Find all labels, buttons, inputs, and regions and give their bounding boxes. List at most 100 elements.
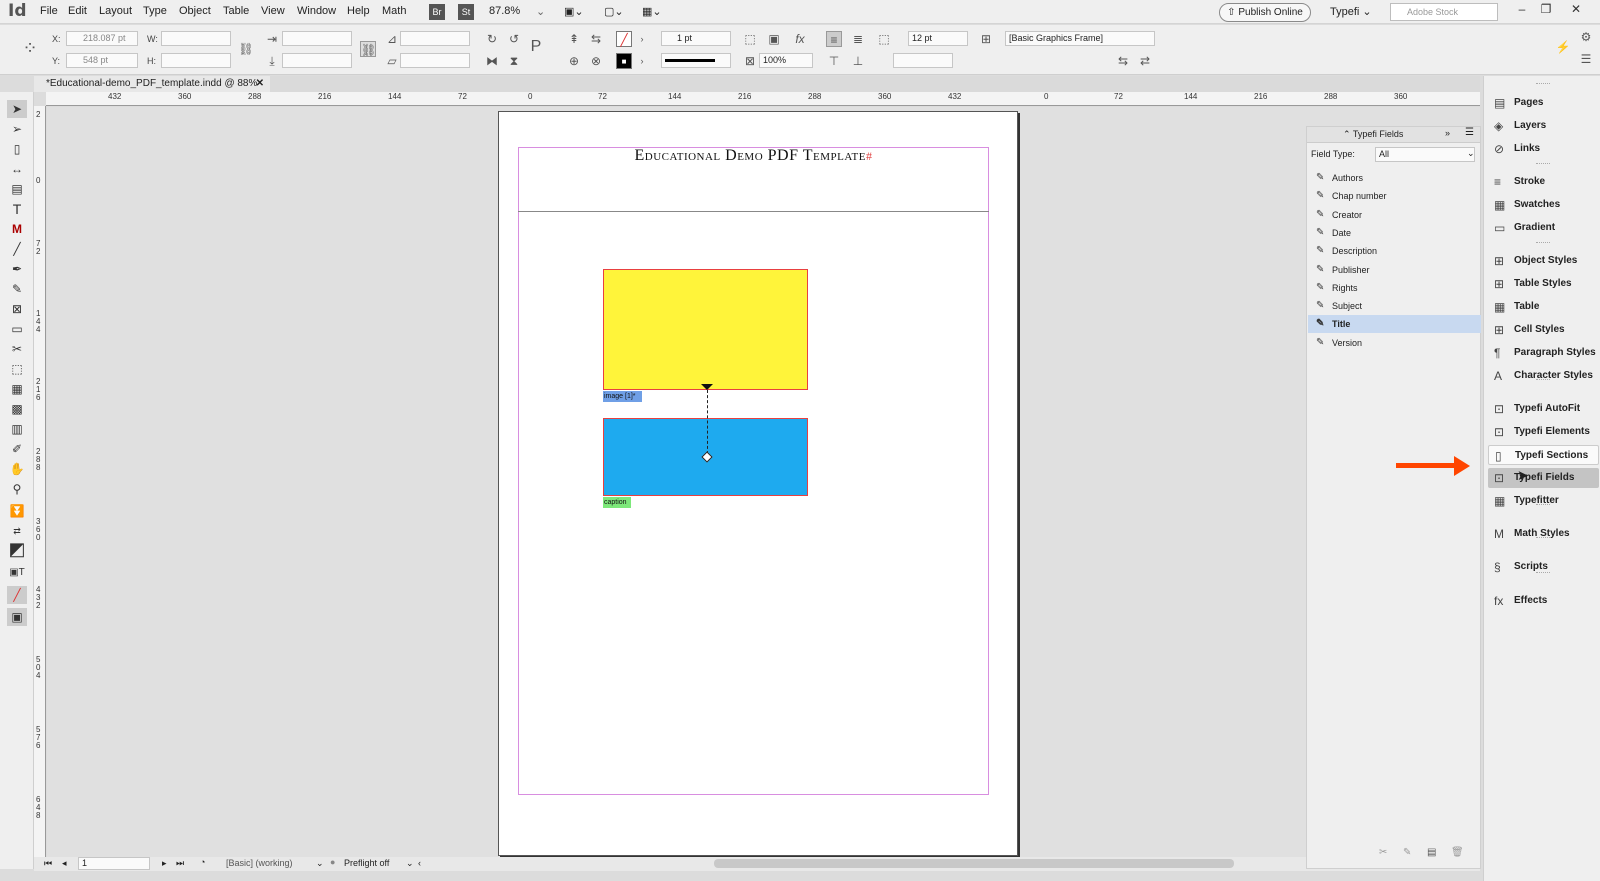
reference-point-icon[interactable]: ⁘	[22, 39, 38, 57]
stroke-dropdown-icon[interactable]: ›	[634, 53, 650, 69]
field-type-dropdown[interactable]: All	[1375, 147, 1475, 162]
next-page-icon[interactable]: ▸	[162, 858, 167, 869]
content-collector-icon[interactable]: ▤	[7, 180, 27, 198]
frame-fit-icon[interactable]: ⬚	[742, 31, 758, 47]
publish-online-button[interactable]: ⇧ Publish Online	[1219, 3, 1311, 22]
panel-group-grip[interactable]	[1536, 83, 1550, 85]
selection-tool-icon[interactable]: ➤	[7, 100, 27, 118]
dock-item-math-styles[interactable]: M Math Styles	[1488, 524, 1599, 544]
select-content-icon[interactable]: ⇆	[588, 31, 604, 47]
default-colors-icon[interactable]: ⇄	[7, 522, 27, 540]
dock-item-pages[interactable]: ▤ Pages	[1488, 93, 1599, 113]
hand-tool-icon[interactable]: ✋	[7, 460, 27, 478]
master-label[interactable]: [Basic] (working)	[226, 858, 293, 868]
dock-item-gradient[interactable]: ▭ Gradient	[1488, 218, 1599, 238]
menu-table[interactable]: Table	[223, 5, 249, 17]
dock-item-paragraph-styles[interactable]: ¶ Paragraph Styles	[1488, 343, 1599, 363]
align-top-icon[interactable]: ⊤	[826, 53, 842, 69]
horizontal-ruler[interactable]: 432 360 288 216 144 72 0 72 144 216 288 …	[46, 92, 1480, 106]
stroke-weight-field[interactable]: 1 pt	[661, 31, 731, 46]
open-page-icon[interactable]: ◔	[200, 857, 205, 867]
page-tool-icon[interactable]: ▯	[7, 140, 27, 158]
close-tab-icon[interactable]: ✕	[256, 76, 264, 92]
typefi-field-item[interactable]: ✎ Rights	[1308, 279, 1481, 297]
spacing-field[interactable]: 12 pt	[908, 31, 968, 46]
rectangle-frame-tool-icon[interactable]: ⊠	[7, 300, 27, 318]
typefi-menu[interactable]: Typefi ⌄	[1330, 5, 1372, 18]
rectangle-tool-icon[interactable]: ▭	[7, 320, 27, 338]
master-dropdown-icon[interactable]: ⌄	[316, 858, 324, 869]
menu-type[interactable]: Type	[143, 5, 167, 17]
dock-item-effects[interactable]: fx Effects	[1488, 591, 1599, 611]
dock-item-typefi-fields[interactable]: ⊡ Typefi Fields	[1488, 468, 1599, 488]
stroke-swatch-icon[interactable]: ■	[616, 53, 632, 69]
dock-item-typefi-elements[interactable]: ⊡ Typefi Elements	[1488, 422, 1599, 442]
scroll-left-icon[interactable]: ‹	[418, 858, 421, 868]
free-transform-tool-icon[interactable]: ⬚	[7, 360, 27, 378]
view-options-icon[interactable]: ▣⌄	[564, 5, 584, 18]
pen-tool-icon[interactable]: ✒	[7, 260, 27, 278]
flip-vertical-icon[interactable]: ⧗	[506, 53, 522, 69]
preflight-dropdown-icon[interactable]: ⌄	[406, 858, 414, 869]
typefi-field-item[interactable]: ✎ Date	[1308, 224, 1481, 242]
align-bottom-icon[interactable]: ⊥	[850, 53, 866, 69]
object-style-dropdown[interactable]: [Basic Graphics Frame]	[1005, 31, 1155, 46]
gap-tool-icon[interactable]: ↔	[7, 160, 27, 178]
scale-y-field[interactable]	[282, 53, 352, 68]
y-field[interactable]: 548 pt	[66, 53, 138, 68]
typefi-field-item[interactable]: ✎ Subject	[1308, 297, 1481, 315]
rotation-field[interactable]	[400, 31, 470, 46]
bridge-button[interactable]: Br	[429, 4, 445, 20]
panel-menu-icon[interactable]: ☰	[1578, 51, 1594, 67]
scale-x-field[interactable]	[282, 31, 352, 46]
title-frame[interactable]: Educational Demo PDF Template#	[518, 147, 989, 212]
gradient-swatch-tool-icon[interactable]: ▦	[7, 380, 27, 398]
dock-item-typefi-sections[interactable]: ▯ Typefi Sections	[1488, 445, 1599, 465]
typefi-field-item[interactable]: ✎ Publisher	[1308, 261, 1481, 279]
eyedropper-tool-icon[interactable]: ✐	[7, 440, 27, 458]
x-field[interactable]: 218.087 pt	[66, 31, 138, 46]
dock-item-typefi-autofit[interactable]: ⊡ Typefi AutoFit	[1488, 399, 1599, 419]
scissors-tool-icon[interactable]: ✂	[7, 340, 27, 358]
close-window-icon[interactable]: ✕	[1566, 2, 1586, 18]
formatting-container-icon[interactable]: ▣T	[7, 564, 27, 582]
dock-item-object-styles[interactable]: ⊞ Object Styles	[1488, 251, 1599, 271]
panel-title[interactable]: ⌃ Typefi Fields	[1343, 129, 1403, 140]
redefine-style-icon[interactable]: ⇄	[1137, 53, 1153, 69]
menu-window[interactable]: Window	[297, 5, 336, 17]
document-tab[interactable]: *Educational-demo_PDF_template.indd @ 88…	[34, 76, 270, 92]
screen-mode-icon[interactable]: ▢⌄	[604, 5, 624, 18]
collapse-panel-icon[interactable]: »	[1445, 128, 1450, 138]
fill-swatch-icon[interactable]: ╱	[616, 31, 632, 47]
rotate-ccw-icon[interactable]: ↺	[506, 31, 522, 47]
gradient-feather-tool-icon[interactable]: ▩	[7, 400, 27, 418]
image-frame[interactable]	[603, 269, 808, 390]
dock-item-cell-styles[interactable]: ⊞ Cell Styles	[1488, 320, 1599, 340]
zoom-dropdown-icon[interactable]: ⌄	[536, 5, 545, 18]
align-left-icon[interactable]: ≡	[826, 31, 842, 47]
pencil-tool-icon[interactable]: ✎	[7, 280, 27, 298]
preflight-label[interactable]: Preflight off	[344, 858, 389, 868]
chevron-down-icon[interactable]: ⌄	[1467, 148, 1475, 159]
select-previous-icon[interactable]: ⊕	[566, 53, 582, 69]
rotate-cw-icon[interactable]: ↻	[484, 31, 500, 47]
dock-item-swatches[interactable]: ▦ Swatches	[1488, 195, 1599, 215]
edit-field-icon[interactable]: ✎	[1403, 847, 1411, 858]
document-page[interactable]: Educational Demo PDF Template# image [1]…	[498, 111, 1018, 856]
corner-field[interactable]	[893, 53, 953, 68]
typefi-field-item[interactable]: ✎ Authors	[1308, 169, 1481, 187]
first-page-icon[interactable]: ⏮	[44, 858, 52, 869]
minimize-icon[interactable]: –	[1512, 2, 1532, 18]
panel-options-icon[interactable]: ☰	[1465, 127, 1474, 138]
line-tool-icon[interactable]: ╱	[7, 240, 27, 258]
last-page-icon[interactable]: ⏭	[176, 858, 184, 869]
fill-dropdown-icon[interactable]: ›	[634, 31, 650, 47]
dock-item-table[interactable]: ▦ Table	[1488, 297, 1599, 317]
select-container-icon[interactable]: ⇞	[566, 31, 582, 47]
menu-help[interactable]: Help	[347, 5, 370, 17]
w-field[interactable]	[161, 31, 231, 46]
align-center-icon[interactable]: ≣	[850, 31, 866, 47]
adobe-stock-search-input[interactable]: Adobe Stock	[1390, 3, 1498, 21]
constrain-proportions-icon[interactable]: ⛓	[238, 41, 254, 57]
constrain-scale-icon[interactable]: ⛓	[360, 41, 376, 57]
